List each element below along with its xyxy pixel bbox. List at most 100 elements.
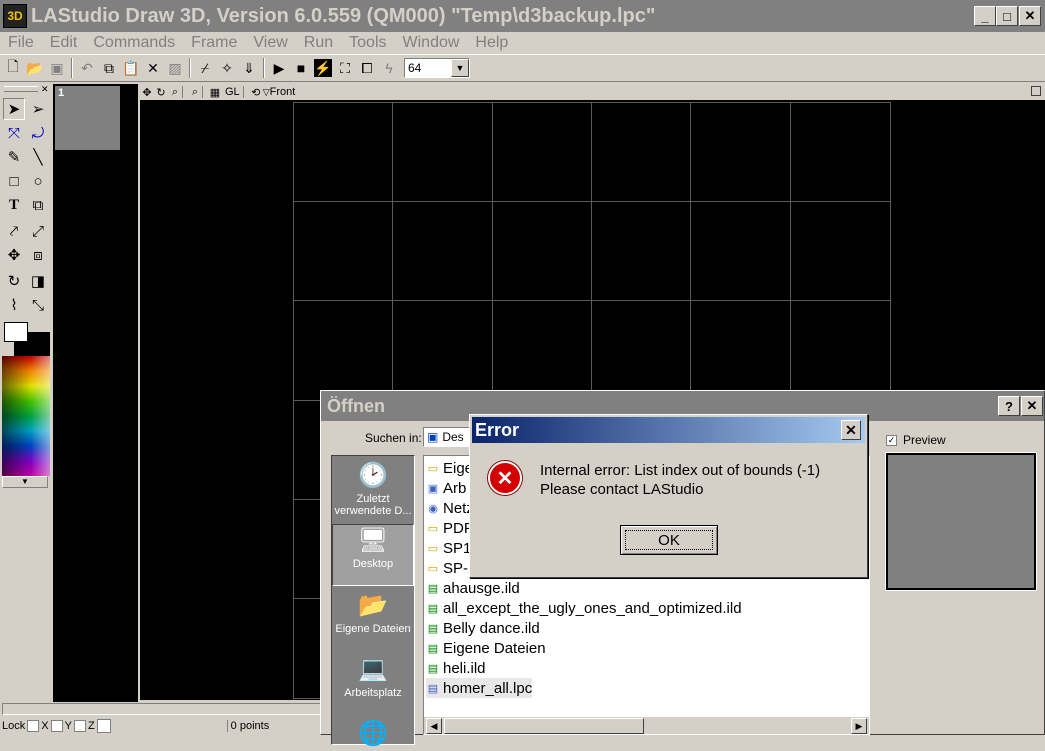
rectangle-icon[interactable]: □ [3, 170, 25, 192]
list-item[interactable]: ▤ all_except_the_ugly_ones_and_optimized.… [426, 598, 742, 618]
copy-icon[interactable]: ⧉ [98, 57, 120, 79]
palette-close-icon[interactable]: ✕ [41, 84, 49, 95]
ild-file-icon: ▤ [427, 622, 439, 635]
arrow-down-icon[interactable]: ⇓ [238, 57, 260, 79]
lightning-icon[interactable]: ϟ [378, 57, 400, 79]
chevron-down-icon[interactable]: ▼ [451, 59, 469, 77]
scroll-thumb[interactable] [444, 718, 644, 734]
error-message-line1: Internal error: List index out of bounds… [540, 462, 821, 479]
horizontal-scrollbar[interactable] [2, 703, 332, 715]
reset-view-icon[interactable]: ⟲ [249, 86, 263, 99]
place-documents[interactable]: 📂 Eigene Dateien [332, 590, 414, 636]
node-tool-icon[interactable]: ⌿ [194, 57, 216, 79]
text-icon[interactable]: T [3, 194, 25, 216]
frame-list [53, 84, 138, 702]
place-recent[interactable]: 🕑 Zuletzt verwendete D... [332, 460, 414, 518]
paste-icon[interactable]: 📋 [120, 57, 142, 79]
grid-icon[interactable]: ▦ [208, 86, 222, 99]
skew-icon[interactable]: ⤢ [27, 220, 49, 242]
open-dialog-close-button[interactable]: ✕ [1021, 396, 1043, 416]
list-item[interactable]: ▤ heli.ild [426, 658, 486, 678]
menu-window[interactable]: Window [395, 34, 468, 52]
pen-icon[interactable]: ✎ [3, 146, 25, 168]
line-icon[interactable]: ╲ [27, 146, 49, 168]
menu-edit[interactable]: Edit [42, 34, 86, 52]
menu-frame[interactable]: Frame [183, 34, 245, 52]
frame-thumbnail[interactable]: 1 [55, 86, 120, 150]
preview-checkbox[interactable]: ✓ [886, 434, 897, 446]
list-item[interactable]: ▤ Belly dance.ild [426, 618, 540, 638]
transform-icon[interactable]: ⤤ [3, 220, 25, 242]
stop-icon[interactable]: ■ [290, 57, 312, 79]
move-icon[interactable]: ✥ [3, 244, 25, 266]
desktop-small-icon: ▣ [427, 430, 439, 444]
star-icon[interactable]: ✧ [216, 57, 238, 79]
foreground-color-swatch[interactable] [4, 322, 28, 342]
layers-icon[interactable]: ⧠ [356, 57, 378, 79]
list-item[interactable]: ▤ ahausge.ild [426, 578, 520, 598]
gl-toggle[interactable]: GL [222, 86, 243, 98]
palette-scroll-down-icon[interactable]: ▼ [2, 476, 48, 488]
file-list-scrollbar[interactable]: ◀ ▶ [424, 716, 869, 734]
menu-file[interactable]: File [0, 34, 42, 52]
list-item[interactable]: ▤ homer_all.lpc [426, 678, 533, 698]
place-computer[interactable]: 💻 Arbeitsplatz [332, 654, 414, 700]
rotate-points-icon[interactable]: ⤾ [27, 122, 49, 144]
undo-icon[interactable]: ↶ [76, 57, 98, 79]
menu-run[interactable]: Run [296, 34, 341, 52]
orbit-icon[interactable]: ↻ [154, 86, 168, 99]
pan-icon[interactable]: ✥ [140, 86, 154, 99]
minimize-button[interactable]: _ [974, 6, 996, 26]
new-file-icon[interactable]: 🗋 [2, 57, 24, 79]
menu-commands[interactable]: Commands [85, 34, 183, 52]
delete-icon[interactable]: ✕ [142, 57, 164, 79]
list-item[interactable]: ▭ SP1 [426, 538, 472, 558]
list-item[interactable]: ▭ Eige [426, 458, 473, 478]
ok-button[interactable]: OK [620, 525, 718, 555]
menu-view[interactable]: View [245, 34, 295, 52]
view-dropdown-icon[interactable]: ▽ [263, 87, 270, 98]
ellipse-icon[interactable]: ○ [27, 170, 49, 192]
maximize-button[interactable]: □ [996, 6, 1018, 26]
error-title: Error [475, 419, 520, 440]
brush-icon[interactable]: ⌇ [3, 294, 25, 316]
list-item[interactable]: ▤ Eigene Dateien [426, 638, 546, 658]
color-palette[interactable] [2, 356, 50, 476]
palette-grip[interactable] [4, 86, 38, 92]
frame-icon[interactable]: ⛶ [334, 57, 356, 79]
scale-icon[interactable]: ⧈ [27, 244, 49, 266]
gradient-icon[interactable]: ◨ [27, 270, 49, 292]
help-button[interactable]: ? [998, 396, 1020, 416]
render-icon[interactable]: ⚡ [314, 59, 332, 77]
main-toolbar: 🗋 📂 ▣ ↶ ⧉ 📋 ✕ ▨ ⌿ ✧ ⇓ ▶ ■ ⚡ ⛶ ⧠ ϟ 64 ▼ [0, 54, 1045, 82]
save-icon[interactable]: ▣ [46, 57, 68, 79]
menu-tools[interactable]: Tools [341, 34, 394, 52]
error-close-button[interactable]: ✕ [841, 420, 861, 440]
eyedropper-icon[interactable]: ⤡ [27, 294, 49, 316]
subselect-arrow-icon[interactable]: ➢ [27, 98, 49, 120]
view-select[interactable]: Front [270, 86, 296, 98]
lock-z-checkbox[interactable] [73, 719, 86, 732]
zoom-icon[interactable]: ⌕ [168, 86, 182, 99]
menu-help[interactable]: Help [467, 34, 516, 52]
close-button[interactable]: ✕ [1019, 6, 1041, 26]
image-icon[interactable]: ▨ [164, 57, 186, 79]
lock-x-checkbox[interactable] [27, 719, 40, 732]
zoom-select[interactable]: 64 ▼ [404, 58, 470, 78]
list-item[interactable]: ◉ Netz [426, 498, 474, 518]
open-folder-icon[interactable]: 📂 [24, 57, 46, 79]
preview-pane [885, 452, 1037, 591]
scroll-left-icon[interactable]: ◀ [426, 718, 442, 734]
rotate-icon[interactable]: ↻ [3, 270, 25, 292]
lock-y-checkbox[interactable] [50, 719, 63, 732]
zoom-fit-icon[interactable]: ⌕ [188, 86, 202, 99]
list-item[interactable]: ▭ PDF [426, 518, 473, 538]
cube-icon[interactable]: ⧉ [27, 194, 49, 216]
play-icon[interactable]: ▶ [268, 57, 290, 79]
select-arrow-icon[interactable]: ➤ [3, 98, 25, 120]
move-points-icon[interactable]: ⤧ [3, 122, 25, 144]
place-desktop[interactable]: 🖥 Desktop [332, 524, 414, 586]
scroll-right-icon[interactable]: ▶ [851, 718, 867, 734]
viewport-maximize-icon[interactable] [1031, 86, 1041, 96]
list-item[interactable]: ▣ Arb [426, 478, 467, 498]
